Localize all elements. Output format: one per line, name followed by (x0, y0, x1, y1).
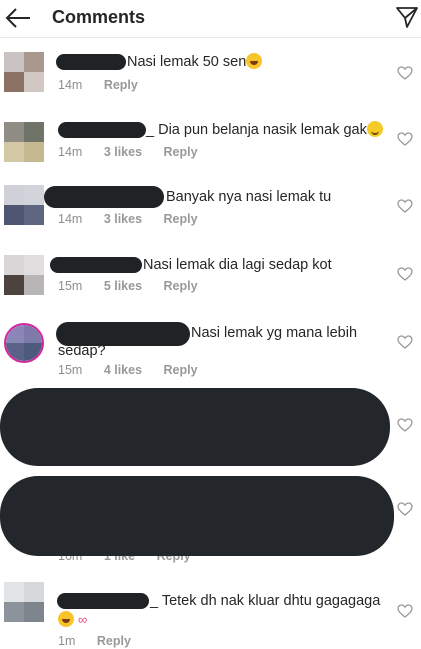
comment-time: 14m (58, 145, 83, 159)
heart-icon[interactable] (397, 335, 413, 349)
comment-text: _ Dia pun belanja nasik lemak gak (146, 121, 383, 139)
heart-icon[interactable] (397, 418, 413, 432)
comment-item (0, 388, 421, 468)
reply-button[interactable]: Reply (164, 212, 198, 226)
avatar-pixel (24, 275, 44, 295)
redacted-username (57, 593, 149, 609)
avatar[interactable] (4, 122, 44, 162)
heart-icon[interactable] (397, 267, 413, 281)
avatar-pixel (4, 602, 24, 622)
reply-button[interactable]: Reply (104, 78, 138, 92)
avatar-pixel (6, 325, 24, 343)
comment-time: 14m (58, 212, 83, 226)
comment-text: Banyak nya nasi lemak tu (166, 189, 332, 205)
comment-item: Banyak nya nasi lemak tu 14m 3 likes Rep… (0, 177, 421, 237)
comments-header: Comments (0, 0, 421, 38)
reply-button[interactable]: Reply (164, 363, 198, 377)
avatar[interactable] (4, 255, 44, 295)
avatar-pixel (4, 52, 24, 72)
avatar-pixel (6, 343, 24, 361)
comment-meta: 15m 4 likes Reply (58, 363, 216, 377)
back-arrow-icon[interactable] (4, 6, 34, 30)
send-icon[interactable] (395, 5, 419, 29)
redacted-username (50, 257, 142, 273)
heart-icon[interactable] (397, 604, 413, 618)
comment-text: Nasi lemak dia lagi sedap kot (143, 257, 332, 273)
avatar-pixel (24, 582, 44, 602)
avatar-pixel (4, 185, 24, 205)
comment-item: Nasi lemak dia lagi sedap kot 15m 5 like… (0, 245, 421, 305)
comment-text: _ Tetek dh nak kluar dhtu gagagaga (150, 593, 381, 609)
avatar[interactable] (4, 323, 44, 363)
avatar-pixel (24, 325, 42, 343)
comment-time: 15m (58, 279, 83, 293)
comment-text-continued: sedap? (58, 343, 106, 359)
avatar-pixel (24, 255, 44, 275)
heart-icon[interactable] (397, 502, 413, 516)
avatar[interactable] (4, 52, 44, 92)
avatar-pixel (24, 142, 44, 162)
comment-meta: 15m 5 likes Reply (58, 279, 216, 293)
likes-count[interactable]: 5 likes (104, 279, 142, 293)
avatar-pixel (24, 185, 44, 205)
avatar-pixel (4, 255, 24, 275)
avatar-pixel (24, 205, 44, 225)
reply-button[interactable]: Reply (164, 279, 198, 293)
redacted-username (44, 186, 164, 208)
comment-item: 16m 1 like Reply (0, 472, 421, 567)
likes-count[interactable]: 3 likes (104, 212, 142, 226)
redacted-username (56, 54, 126, 70)
avatar-pixel (4, 142, 24, 162)
comment-item: _ Dia pun belanja nasik lemak gak 14m 3 … (0, 110, 421, 170)
comment-meta: 14m Reply (58, 78, 156, 92)
comment-time: 1m (58, 634, 76, 648)
heart-icon[interactable] (397, 199, 413, 213)
heart-icon[interactable] (397, 66, 413, 80)
comment-time: 14m (58, 78, 83, 92)
comment-meta: 1m Reply (58, 634, 149, 648)
comment-meta: 14m 3 likes Reply (58, 145, 216, 159)
avatar[interactable] (4, 582, 44, 622)
reply-button[interactable]: Reply (97, 634, 131, 648)
bikini-emoji-icon: ∞ (78, 612, 88, 627)
comment-item: Nasi lemak yg mana lebih sedap? 15m 4 li… (0, 313, 421, 383)
redacted-comment (0, 388, 390, 466)
avatar-pixel (4, 205, 24, 225)
avatar-pixel (24, 122, 44, 142)
redacted-comment (0, 476, 394, 556)
avatar-pixel (24, 602, 44, 622)
avatar-pixel (4, 275, 24, 295)
avatar-pixel (24, 52, 44, 72)
avatar-pixel (4, 72, 24, 92)
avatar-pixel (24, 72, 44, 92)
laughing-emoji-icon (58, 611, 74, 627)
comment-text: Nasi lemak yg mana lebih (191, 325, 358, 341)
reply-button[interactable]: Reply (164, 145, 198, 159)
comment-text: Nasi lemak 50 sen (127, 53, 263, 71)
comment-time: 15m (58, 363, 83, 377)
heart-icon[interactable] (397, 132, 413, 146)
comment-item: Nasi lemak 50 sen 14m Reply (0, 42, 421, 102)
avatar-pixel (4, 582, 24, 602)
likes-count[interactable]: 3 likes (104, 145, 142, 159)
page-title: Comments (52, 7, 146, 27)
likes-count[interactable]: 4 likes (104, 363, 142, 377)
comment-meta: 14m 3 likes Reply (58, 212, 216, 226)
comment-emoji-line: ∞ (58, 611, 87, 629)
avatar-pixel (4, 122, 24, 142)
redacted-username (58, 122, 146, 138)
avatar-pixel (24, 343, 42, 361)
avatar[interactable] (4, 185, 44, 225)
comment-item: _ Tetek dh nak kluar dhtu gagagaga ∞ 1m … (0, 578, 421, 649)
laughing-emoji-icon (246, 53, 263, 69)
grimacing-emoji-icon (366, 121, 383, 137)
